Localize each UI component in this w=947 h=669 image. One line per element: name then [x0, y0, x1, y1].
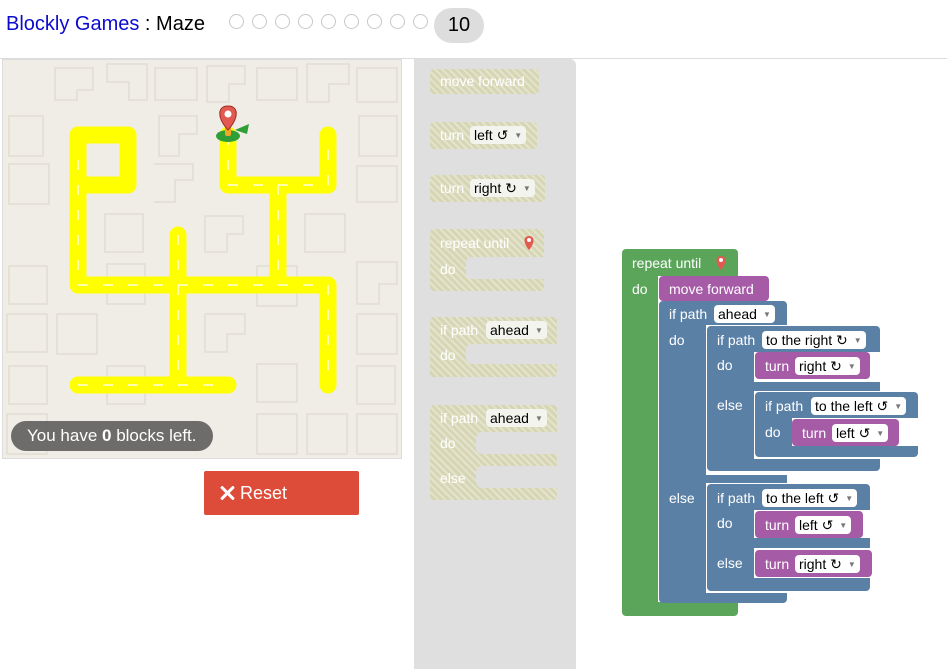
finish-marker-icon — [219, 105, 237, 131]
turn-left-block[interactable]: turn left ↺ ▼ — [755, 511, 863, 538]
level-dot-3[interactable] — [275, 14, 290, 29]
turn-right-block[interactable]: turn right ↻ ▼ — [755, 352, 870, 379]
maze-grid — [3, 60, 401, 458]
blockly-games-link[interactable]: Blockly Games — [6, 13, 139, 35]
level-dot-8[interactable] — [390, 14, 405, 29]
title-separator: : — [139, 13, 157, 35]
current-level-badge[interactable]: 10 — [434, 8, 484, 43]
turn-direction-dropdown[interactable]: left ↺ ▼ — [832, 424, 889, 442]
blocks-left-message: You have 0 blocks left. — [11, 421, 213, 451]
finish-marker-icon — [716, 256, 726, 270]
path-direction-dropdown[interactable]: ahead ▼ — [486, 409, 547, 427]
toolbox-repeat-until-block[interactable]: repeat until do — [430, 229, 544, 291]
close-icon — [220, 486, 234, 500]
level-dot-9[interactable] — [413, 14, 428, 29]
level-dot-6[interactable] — [344, 14, 359, 29]
path-direction-dropdown[interactable]: to the left ↺ ▼ — [762, 489, 858, 507]
level-dot-4[interactable] — [298, 14, 313, 29]
path-direction-dropdown[interactable]: ahead ▼ — [714, 305, 775, 323]
turn-right-block[interactable]: turn right ↻ ▼ — [755, 550, 872, 577]
toolbox-move-forward-block[interactable]: move forward — [430, 69, 539, 94]
toolbox-turn-left-block[interactable]: turn left ↺ ▼ — [430, 122, 537, 149]
level-dot-7[interactable] — [367, 14, 382, 29]
header: Blockly Games : Maze 10 — [0, 0, 947, 59]
turn-left-block[interactable]: turn left ↺ ▼ — [792, 419, 899, 446]
turn-direction-dropdown[interactable]: left ↺ ▼ — [470, 126, 527, 144]
reset-label: Reset — [240, 483, 288, 503]
path-direction-dropdown[interactable]: to the left ↺ ▼ — [811, 397, 907, 415]
turn-direction-dropdown[interactable]: right ↻ ▼ — [795, 357, 860, 375]
path-direction-dropdown[interactable]: ahead ▼ — [486, 321, 547, 339]
level-dot-2[interactable] — [252, 14, 267, 29]
toolbox-turn-right-block[interactable]: turn right ↻ ▼ — [430, 175, 545, 202]
level-dot-1[interactable] — [229, 14, 244, 29]
level-dot-5[interactable] — [321, 14, 336, 29]
maze-canvas — [3, 60, 401, 458]
toolbox-flyout: move forward turn left ↺ ▼ turn right ↻ ▼ … — [414, 59, 576, 669]
turn-direction-dropdown[interactable]: right ↻ ▼ — [470, 179, 535, 197]
turn-direction-dropdown[interactable]: right ↻ ▼ — [795, 555, 860, 573]
move-forward-block[interactable]: move forward — [659, 276, 769, 301]
toolbox-if-else-block[interactable]: if path ahead ▼ do else — [430, 405, 557, 500]
finish-marker-icon — [524, 236, 534, 250]
game-name: Maze — [156, 13, 205, 35]
turn-direction-dropdown[interactable]: left ↺ ▼ — [795, 516, 852, 534]
toolbox-if-path-block[interactable]: if path ahead ▼ do — [430, 317, 557, 377]
path-direction-dropdown[interactable]: to the right ↻ ▼ — [762, 331, 866, 349]
maze-board — [2, 59, 402, 459]
reset-button[interactable]: Reset — [204, 471, 359, 515]
page-title: Blockly Games : Maze — [6, 13, 205, 36]
